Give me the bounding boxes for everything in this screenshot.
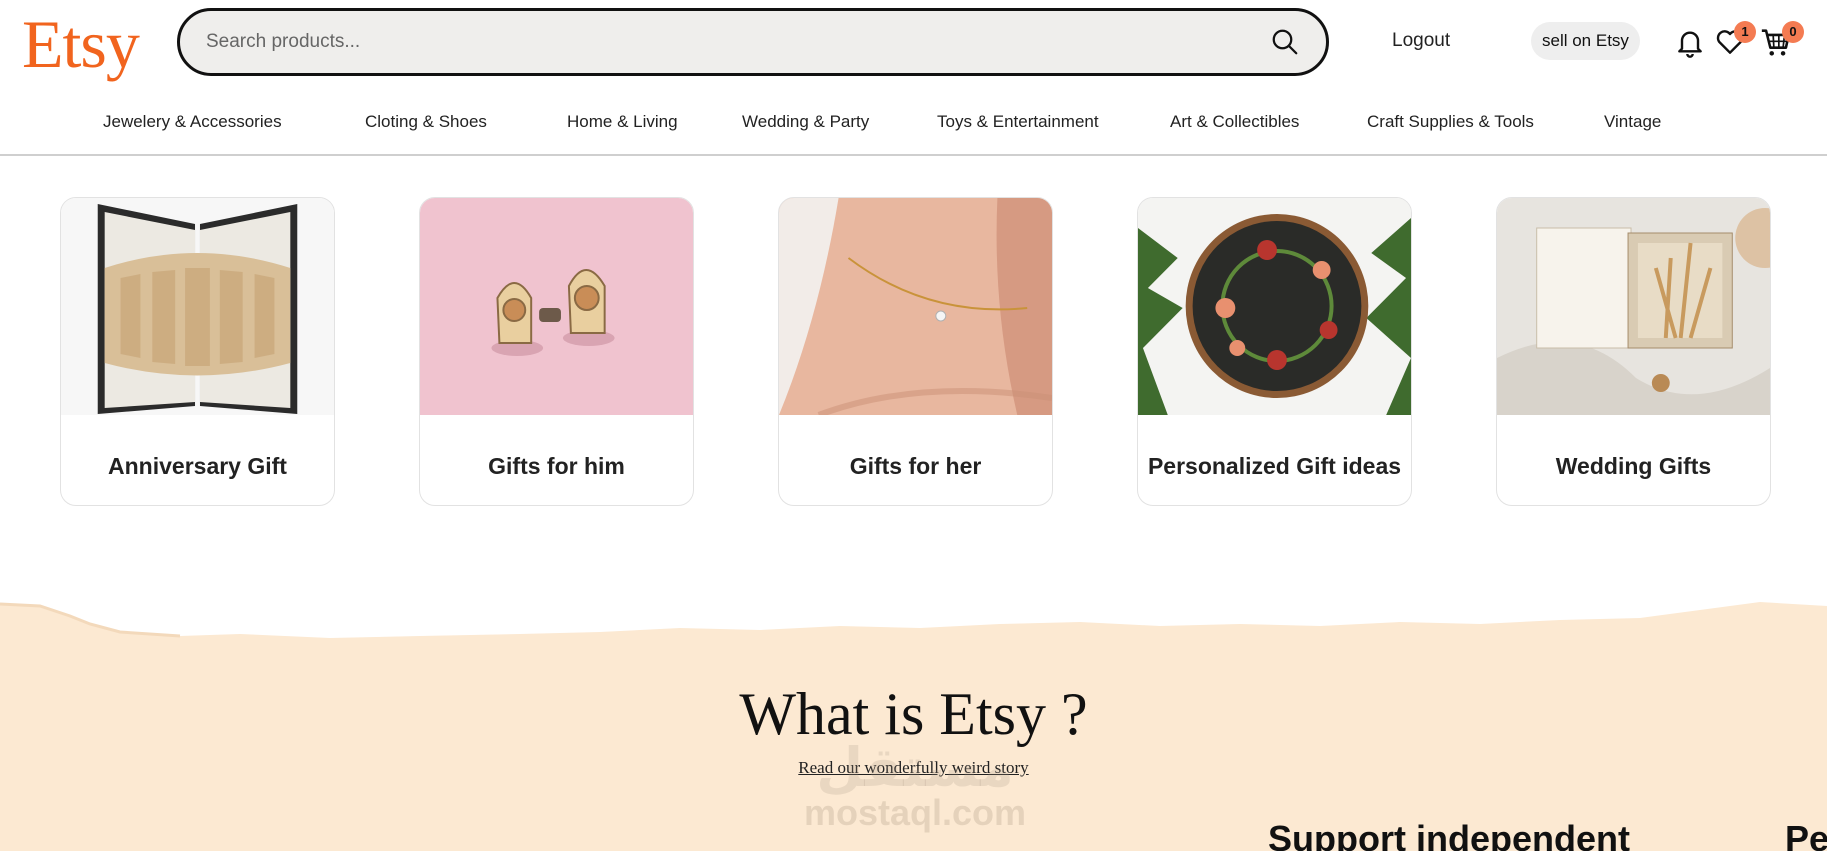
header: Etsy Search products... Logout sell on E… [0,0,1827,88]
nav-item-art[interactable]: Art & Collectibles [1170,112,1299,132]
nav-item-jewelery[interactable]: Jewelery & Accessories [103,112,282,132]
gift-card-wedding[interactable]: Wedding Gifts [1496,197,1771,506]
nav-item-home[interactable]: Home & Living [567,112,678,132]
nav-item-wedding[interactable]: Wedding & Party [742,112,869,132]
cufflinks-image [420,198,693,415]
partial-heading: Pe [1785,818,1827,851]
gift-card-title: Wedding Gifts [1555,453,1712,479]
gift-card-personalized[interactable]: Personalized Gift ideas [1137,197,1412,506]
gift-card-him[interactable]: Gifts for him [419,197,694,506]
bell-icon[interactable] [1674,26,1706,58]
gift-card-title: Gifts for her [849,453,982,479]
nav-item-vintage[interactable]: Vintage [1604,112,1661,132]
gift-card-anniversary[interactable]: Anniversary Gift [60,197,335,506]
support-independent-heading: Support independent [1268,818,1630,851]
search-bar[interactable]: Search products... [177,8,1329,76]
anniversary-book-image [61,198,334,415]
etsy-logo[interactable]: Etsy [22,4,140,84]
wedding-box-image [1497,198,1770,415]
search-input[interactable]: Search products... [206,31,1270,53]
gift-card-title: Anniversary Gift [108,453,287,479]
embroidery-hoop-image [1138,198,1411,415]
favorites-count-badge: 1 [1734,21,1756,43]
gift-card-title: Personalized Gift ideas [1147,453,1402,479]
logout-link[interactable]: Logout [1392,30,1450,52]
nav-item-cloting[interactable]: Cloting & Shoes [365,112,487,132]
gift-card-her[interactable]: Gifts for her [778,197,1053,506]
search-icon[interactable] [1270,27,1300,57]
nav-item-craft[interactable]: Craft Supplies & Tools [1367,112,1534,132]
anklet-image [779,198,1052,415]
cart-count-badge: 0 [1782,21,1804,43]
nav-item-toys[interactable]: Toys & Entertainment [937,112,1099,132]
watermark-arabic: مستقل [816,736,1014,799]
watermark: mostaql.com [803,792,1027,833]
category-nav: Jewelery & Accessories Cloting & Shoes H… [0,96,1827,156]
sell-on-etsy-button[interactable]: sell on Etsy [1531,22,1640,60]
gift-card-title: Gifts for him [488,453,625,479]
